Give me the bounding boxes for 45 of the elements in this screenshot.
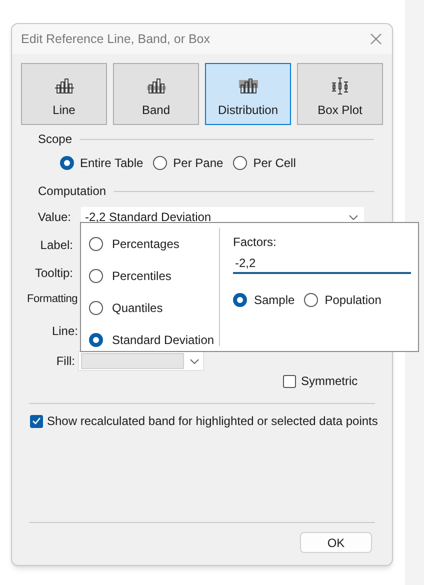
checkbox[interactable]	[30, 414, 43, 428]
section-heading: Scope	[38, 131, 72, 148]
radio-button[interactable]	[233, 293, 247, 307]
section-heading: Formatting	[27, 292, 78, 307]
close-icon[interactable]	[370, 33, 382, 45]
checkbox-label: Symmetric	[301, 373, 358, 390]
radio-label: Percentages	[112, 236, 180, 253]
field-label: Line:	[50, 323, 79, 340]
chevron-down-icon	[190, 358, 199, 364]
window-title: Edit Reference Line, Band, or Box	[21, 30, 210, 48]
bar-chart-shaded-icon	[238, 77, 258, 95]
radio-label: Per Cell	[253, 155, 296, 172]
field-label: Tooltip:	[34, 265, 74, 282]
section-heading: Computation	[38, 183, 106, 200]
chart-type-button[interactable]: Box Plot	[297, 63, 383, 125]
chart-type-button[interactable]: Distribution	[205, 63, 291, 125]
bar-chart-band-icon	[146, 77, 166, 95]
field-label: Value:	[36, 209, 72, 226]
radio-button[interactable]	[89, 269, 103, 283]
radio-button[interactable]	[153, 156, 168, 170]
radio-button[interactable]	[89, 237, 103, 251]
radio-label: Percentiles	[112, 268, 172, 285]
chart-type-button[interactable]: Line	[21, 63, 107, 125]
field-label: Label:	[39, 237, 74, 254]
fill-dropdown[interactable]	[78, 351, 204, 371]
bar-chart-line-icon	[54, 77, 74, 95]
checkbox-label: Show recalculated band for highlighted or selected data points	[47, 413, 378, 430]
radio-button[interactable]	[60, 156, 74, 170]
radio-label: Per Pane	[173, 155, 224, 172]
radio-label: Quantiles	[112, 300, 163, 317]
radio-button[interactable]	[89, 301, 103, 315]
radio-button[interactable]	[89, 333, 103, 347]
chart-type-button[interactable]: Band	[113, 63, 199, 125]
field-label: Fill:	[55, 353, 76, 370]
radio-button[interactable]	[233, 156, 248, 170]
radio-label: Sample	[254, 292, 295, 309]
radio-button[interactable]	[304, 293, 318, 307]
radio-label: Standard Deviation	[112, 332, 214, 349]
checkbox[interactable]	[283, 374, 296, 388]
radio-label: Entire Table	[80, 155, 144, 172]
field-label: Factors:	[233, 234, 278, 251]
box-plot-icon	[330, 77, 350, 95]
ok-button[interactable]: OK	[300, 532, 372, 553]
chevron-down-icon	[349, 214, 358, 220]
radio-label: Population	[324, 292, 382, 309]
